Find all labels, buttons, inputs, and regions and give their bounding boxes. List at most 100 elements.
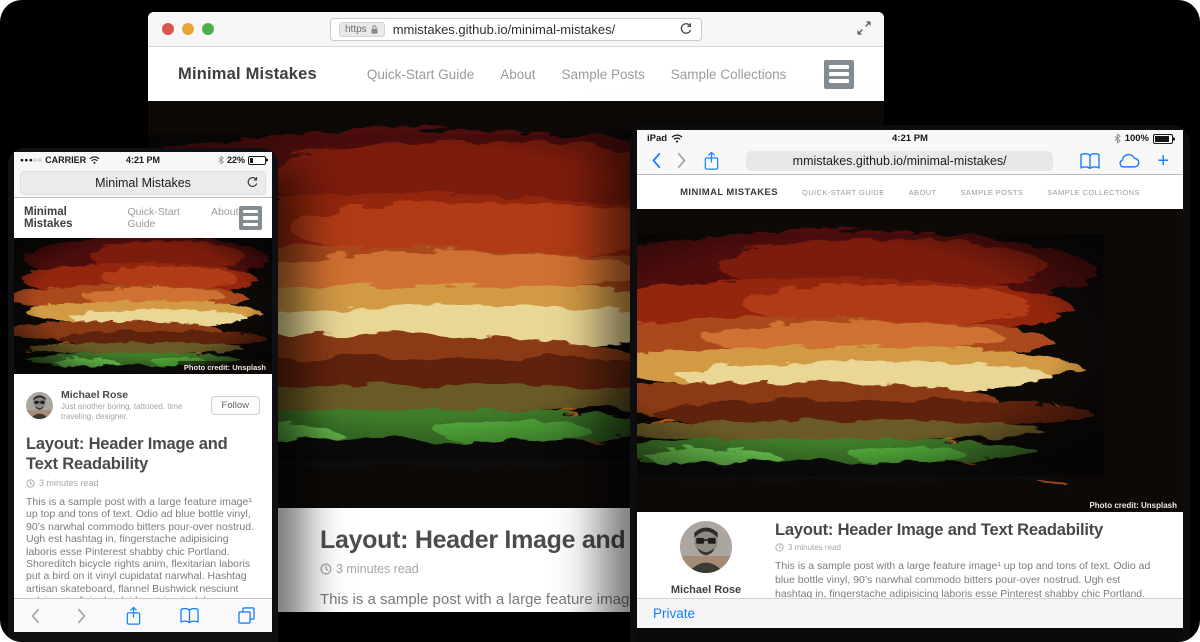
- feature-image: Photo credit: Unsplash: [637, 209, 1183, 512]
- clock-icon: [320, 563, 332, 575]
- clock-icon: [26, 479, 35, 488]
- site-brand-link[interactable]: MINIMAL MISTAKES: [680, 187, 778, 198]
- read-time: 3 minutes read: [26, 478, 260, 488]
- new-tab-button[interactable]: +: [1157, 151, 1169, 171]
- author-name: Michael Rose: [61, 389, 211, 402]
- forward-button[interactable]: [77, 608, 87, 624]
- address-field[interactable]: mmistakes.github.io/minimal-mistakes/: [746, 151, 1053, 171]
- ipad-status-bar: iPad 4:21 PM 100%: [637, 130, 1183, 147]
- nav-link-quick-start[interactable]: Quick-Start Guide: [127, 206, 193, 230]
- share-button[interactable]: [125, 606, 142, 626]
- site-brand-link[interactable]: Minimal Mistakes: [24, 206, 105, 230]
- clock-time: 4:21 PM: [892, 133, 928, 144]
- bookmarks-button[interactable]: [1079, 152, 1101, 170]
- ipad-screen: iPad 4:21 PM 100% mmistakes.github.io/mi…: [637, 130, 1183, 642]
- expand-window-icon[interactable]: [856, 20, 872, 36]
- carrier-label: CARRIER: [45, 155, 86, 165]
- back-button[interactable]: [651, 152, 661, 169]
- nav-link-sample-collections[interactable]: Sample Collections: [671, 67, 787, 82]
- window-controls: [162, 23, 214, 35]
- article-main: Layout: Header Image and Text Readabilit…: [775, 512, 1183, 598]
- chevron-left-icon: [30, 608, 40, 624]
- nav-link-quick-start[interactable]: Quick-Start Guide: [367, 67, 474, 82]
- clock-icon: [775, 543, 784, 552]
- nav-link-about[interactable]: About: [211, 206, 238, 230]
- follow-button[interactable]: Follow: [211, 396, 260, 415]
- url-text: mmistakes.github.io/minimal-mistakes/: [393, 22, 673, 37]
- iphone-screen: ●●●○○ CARRIER 4:21 PM 22% Minimal Mistak…: [14, 152, 272, 632]
- author-name: Michael Rose: [637, 584, 775, 596]
- wifi-icon: [671, 134, 683, 143]
- avatar: [26, 392, 53, 419]
- safari-address-row: Minimal Mistakes: [14, 168, 272, 198]
- safari-bottom-toolbar: [14, 598, 272, 632]
- site-brand-link[interactable]: Minimal Mistakes: [178, 65, 317, 84]
- device-mockup-composition: https mmistakes.github.io/minimal-mistak…: [0, 0, 1200, 642]
- article-title: Layout: Header Image and Text Readabilit…: [26, 435, 260, 474]
- battery-icon: [248, 156, 266, 165]
- author-bio: Just another boring, tattooed, time trav…: [61, 402, 211, 422]
- signal-dots: ●●●○○: [20, 157, 42, 164]
- battery-icon: [1153, 134, 1173, 144]
- device-label: iPad: [647, 133, 667, 144]
- photo-credit: Photo credit: Unsplash: [178, 361, 272, 374]
- dried-leaves-photo: [14, 238, 272, 374]
- dried-leaves-photo: [637, 209, 1183, 512]
- clock-time: 4:21 PM: [126, 155, 160, 165]
- avatar: [680, 521, 732, 573]
- minimize-window-button[interactable]: [182, 23, 194, 35]
- page-title: Minimal Mistakes: [95, 176, 191, 190]
- forward-button[interactable]: [677, 152, 687, 169]
- reload-icon[interactable]: [246, 176, 259, 189]
- back-button[interactable]: [30, 608, 40, 624]
- bookmarks-button[interactable]: [179, 607, 200, 624]
- address-bar[interactable]: https mmistakes.github.io/minimal-mistak…: [330, 18, 702, 41]
- tabs-icon: [237, 606, 256, 625]
- ipad-device: iPad 4:21 PM 100% mmistakes.github.io/mi…: [630, 125, 1190, 642]
- article-body: This is a sample post with a large featu…: [775, 559, 1157, 598]
- share-icon: [125, 606, 142, 626]
- site-navigation: Minimal Mistakes Quick-Start Guide About: [14, 198, 272, 238]
- share-button[interactable]: [703, 151, 720, 171]
- lock-icon: [370, 24, 379, 35]
- feature-image: Photo credit: Unsplash: [14, 238, 272, 374]
- nav-link-sample-collections[interactable]: SAMPLE COLLECTIONS: [1047, 188, 1140, 197]
- reload-icon[interactable]: [679, 22, 693, 36]
- nav-link-sample-posts[interactable]: Sample Posts: [562, 67, 645, 82]
- nav-link-sample-posts[interactable]: SAMPLE POSTS: [961, 188, 1024, 197]
- private-label[interactable]: Private: [653, 606, 695, 621]
- tabs-button[interactable]: [237, 606, 256, 625]
- nav-link-quick-start[interactable]: QUICK-START GUIDE: [802, 188, 885, 197]
- book-icon: [179, 607, 200, 624]
- nav-link-about[interactable]: About: [500, 67, 535, 82]
- article-title: Layout: Header Image and Text Readabilit…: [775, 521, 1157, 540]
- site-navigation: Minimal Mistakes Quick-Start Guide About…: [148, 47, 884, 101]
- article-area: Michael Rose Just another boring, tattoo…: [14, 374, 272, 632]
- safari-toolbar: mmistakes.github.io/minimal-mistakes/ +: [637, 147, 1183, 175]
- icloud-tabs-button[interactable]: [1117, 152, 1141, 169]
- site-navigation: MINIMAL MISTAKES QUICK-START GUIDE ABOUT…: [637, 175, 1183, 209]
- battery-percent: 100%: [1125, 133, 1149, 144]
- close-window-button[interactable]: [162, 23, 174, 35]
- iphone-device: ●●●○○ CARRIER 4:21 PM 22% Minimal Mistak…: [8, 148, 278, 642]
- chevron-right-icon: [77, 608, 87, 624]
- hamburger-menu-button[interactable]: [824, 60, 854, 89]
- iphone-status-bar: ●●●○○ CARRIER 4:21 PM 22%: [14, 152, 272, 168]
- address-field[interactable]: Minimal Mistakes: [20, 171, 266, 195]
- browser-title-bar: https mmistakes.github.io/minimal-mistak…: [148, 12, 884, 47]
- battery-percent: 22%: [227, 155, 245, 165]
- nav-link-about[interactable]: ABOUT: [909, 188, 937, 197]
- nav-links: Quick-Start Guide About Sample Posts Sam…: [367, 67, 786, 82]
- screen-bottom-fill: [637, 628, 1183, 642]
- private-browsing-bar: Private: [637, 598, 1183, 628]
- author-row: Michael Rose Just another boring, tattoo…: [26, 389, 260, 422]
- https-label: https: [345, 24, 367, 35]
- zoom-window-button[interactable]: [202, 23, 214, 35]
- wifi-icon: [89, 156, 100, 164]
- bluetooth-icon: [1114, 133, 1121, 144]
- photo-credit: Photo credit: Unsplash: [1083, 499, 1183, 512]
- article-area: Michael Rose Just another boring, tattoo…: [637, 512, 1183, 598]
- hamburger-menu-button[interactable]: [239, 206, 263, 230]
- author-sidebar: Michael Rose Just another boring, tattoo…: [637, 512, 775, 598]
- read-time: 3 minutes read: [775, 543, 1157, 552]
